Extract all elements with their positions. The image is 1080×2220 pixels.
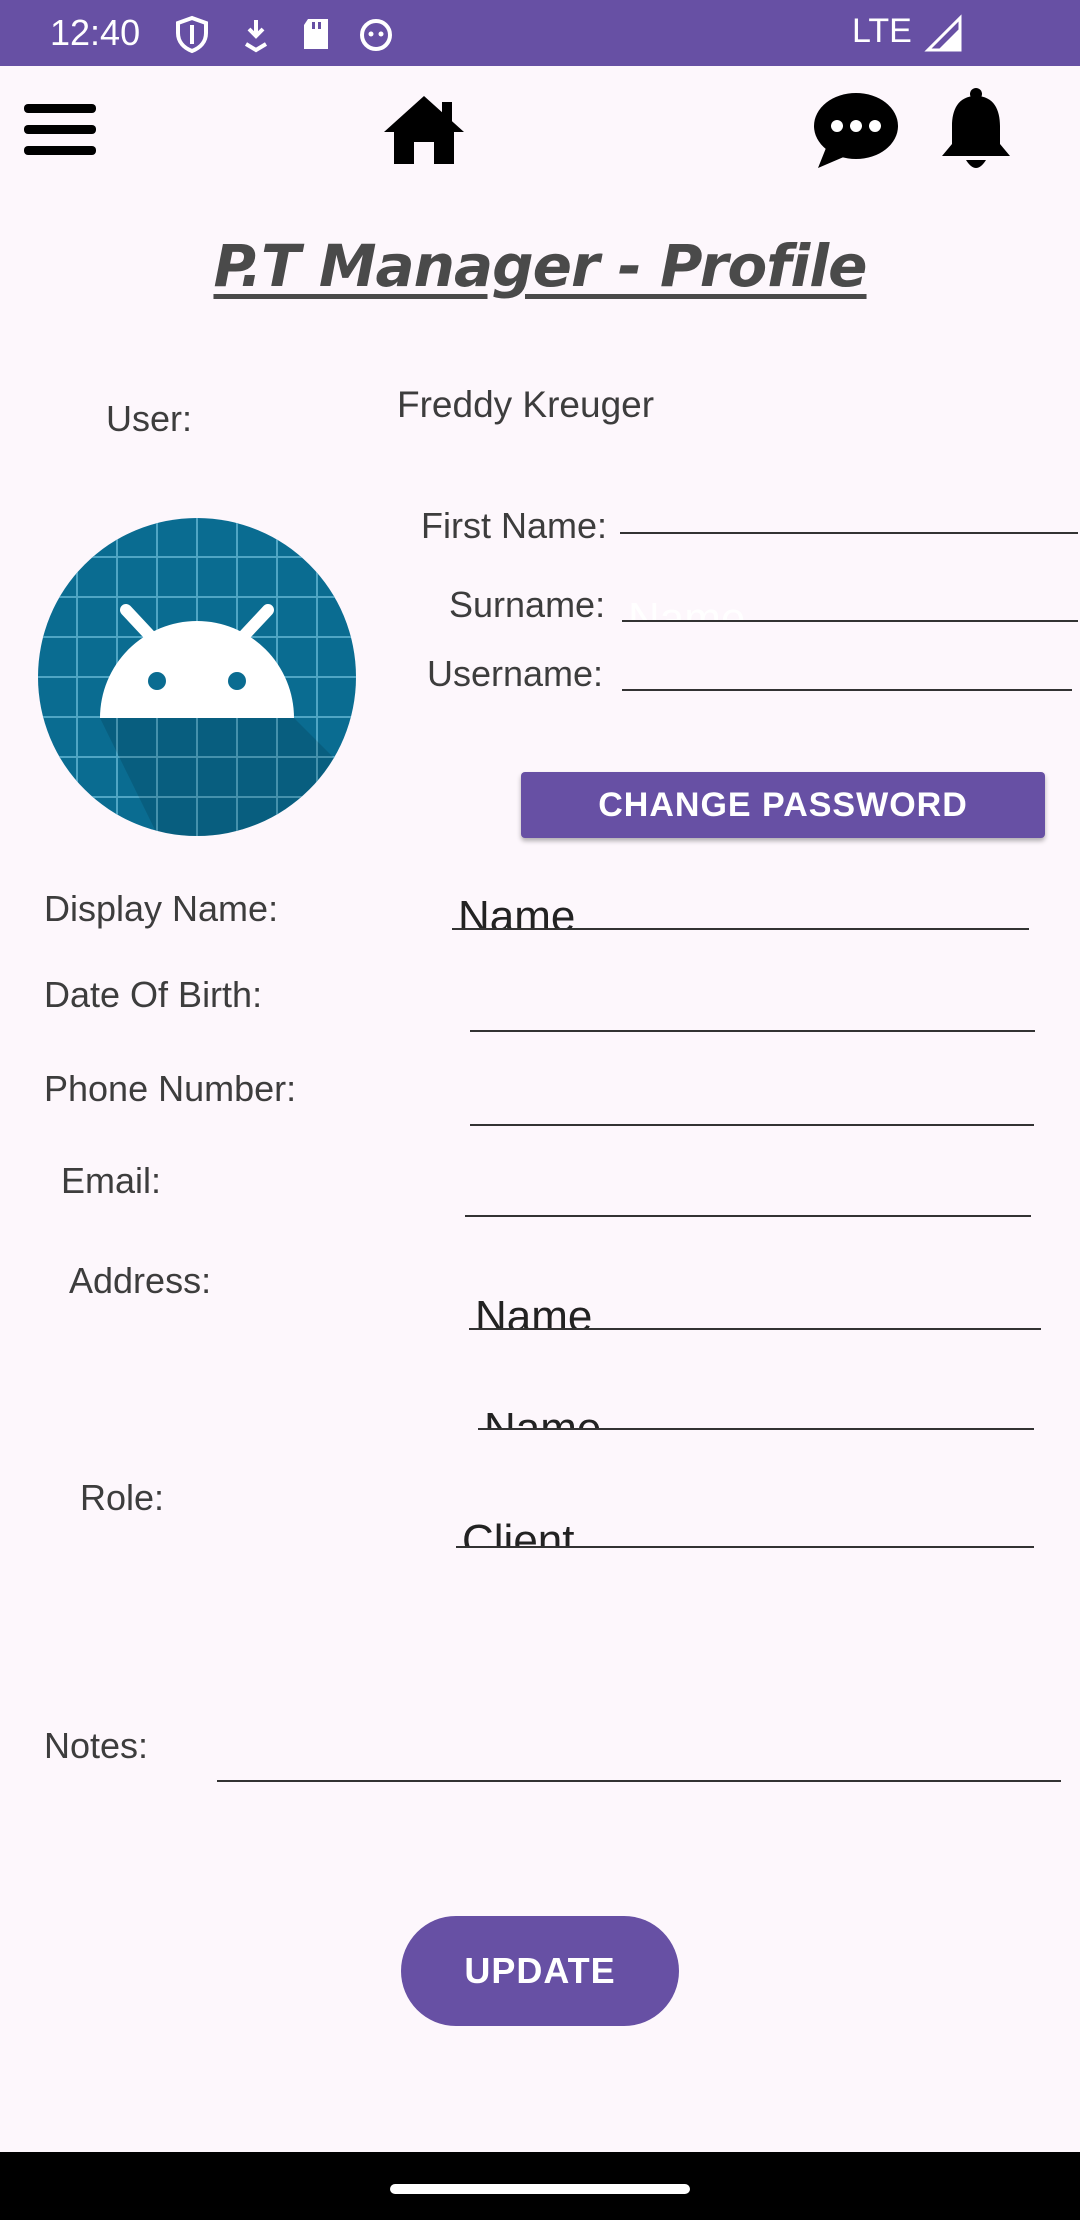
bell-icon[interactable] [938, 86, 1014, 176]
role-label: Role: [80, 1477, 165, 1518]
first-name-field[interactable] [620, 492, 1078, 534]
menu-icon[interactable] [22, 100, 98, 160]
email-label: Email: [61, 1160, 162, 1201]
role-field[interactable]: Client [456, 1506, 1034, 1548]
download-icon [244, 20, 268, 53]
username-field[interactable] [622, 649, 1072, 691]
cat-face-icon [360, 19, 392, 51]
date-of-birth-field[interactable] [470, 990, 1035, 1032]
display-name-field[interactable]: Name [452, 888, 1029, 930]
avatar [38, 518, 356, 836]
status-bar: 12:40 LTE [0, 0, 1080, 66]
address-label: Address: [69, 1260, 212, 1301]
home-icon[interactable] [382, 94, 466, 166]
date-of-birth-label: Date Of Birth: [44, 974, 263, 1015]
username-label: Username: [427, 653, 604, 694]
address-line2-field[interactable]: Name [478, 1388, 1034, 1430]
email-field[interactable] [465, 1175, 1031, 1217]
notes-field[interactable] [217, 1740, 1061, 1782]
notes-label: Notes: [44, 1725, 149, 1766]
android-avatar-icon [38, 518, 356, 836]
user-label: User: [106, 398, 193, 439]
signal-icon [924, 14, 962, 52]
surname-label: Surname: [449, 584, 606, 625]
status-time: 12:40 [50, 12, 141, 53]
first-name-label: First Name: [421, 505, 608, 546]
network-type: LTE [852, 12, 912, 50]
phone-number-field[interactable] [470, 1084, 1034, 1126]
user-name: Freddy Kreuger [397, 384, 655, 425]
address-line1-field[interactable]: Name [469, 1288, 1041, 1330]
shield-icon [176, 15, 208, 54]
surname-field[interactable]: Name [622, 580, 1078, 622]
sd-card-icon [304, 19, 328, 49]
chat-icon[interactable] [812, 90, 900, 170]
page-title: P.T Manager - Profile [213, 232, 867, 300]
system-nav-bar [0, 2152, 1080, 2220]
display-name-label: Display Name: [44, 888, 279, 929]
phone-number-label: Phone Number: [44, 1068, 297, 1109]
home-gesture-handle[interactable] [390, 2184, 690, 2194]
change-password-button[interactable]: CHANGE PASSWORD [521, 772, 1045, 838]
update-button[interactable]: UPDATE [401, 1916, 679, 2026]
